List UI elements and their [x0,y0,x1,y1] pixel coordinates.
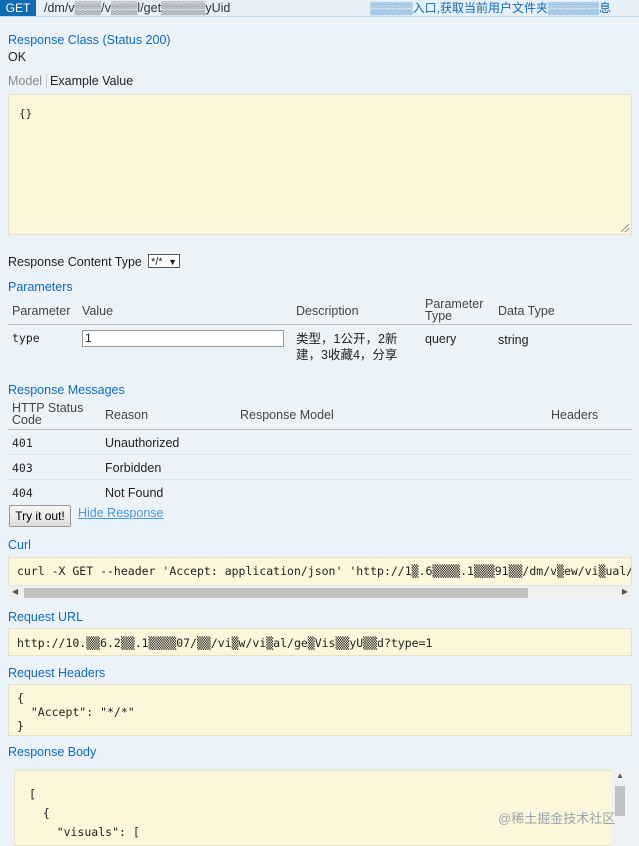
msg-col-reason: Reason [105,408,149,422]
param-col-parameter: Parameter [12,304,71,318]
msg-col-status-code: HTTP Status Code [12,401,84,427]
response-body-title: Response Body [8,745,97,759]
example-value-textarea[interactable]: {} [8,94,632,235]
curl-title: Curl [8,538,31,552]
param-name: type [12,331,40,345]
request-url-text: http://10.▒▒6.2▒▒.1▒▒▒▒07/▒▒/vi▒w/vi▒al/… [17,636,433,650]
request-url-block[interactable]: http://10.▒▒6.2▒▒.1▒▒▒▒07/▒▒/vi▒w/vi▒al/… [8,628,632,656]
param-col-value: Value [82,304,114,318]
content-type-select[interactable]: */* ▼ [148,254,180,268]
resize-handle-icon[interactable] [621,224,629,232]
param-header-divider [8,324,632,325]
try-it-out-button[interactable]: Try it out! [9,505,71,527]
content-type-label: Response Content Type [8,255,142,269]
scrollbar-thumb[interactable] [24,588,528,598]
tab-example-value[interactable]: Example Value [47,74,133,88]
msg-reason-401: Unauthorized [105,436,180,450]
operation-path[interactable]: /dm/v▒▒▒/v▒▒▒l/get▒▒▒▒▒yUid [44,0,230,16]
operation-summary[interactable]: ▒▒▒▒▒入口,获取当前用户文件夹▒▒▒▒▒▒息 [370,0,611,16]
request-url-title: Request URL [8,610,84,624]
tab-model[interactable]: Model [8,74,48,88]
response-class-status: OK [8,50,27,64]
msg-code-404: 404 [12,486,33,500]
row-divider [8,454,632,455]
param-col-description: Description [296,304,359,318]
scroll-right-icon[interactable]: ▶ [622,587,628,596]
request-headers-title: Request Headers [8,666,106,680]
param-data-type: string [498,333,529,347]
watermark: @稀土掘金技术社区 [498,811,616,826]
param-type: query [425,332,457,346]
curl-command: curl -X GET --header 'Accept: applicatio… [17,564,632,578]
operation-header[interactable]: GET /dm/v▒▒▒/v▒▒▒l/get▒▒▒▒▒yUid ▒▒▒▒▒入口,… [0,0,639,17]
param-value-input[interactable]: 1 [82,330,284,347]
model-tabs: Model Example Value [8,74,133,88]
dropdown-arrow-icon: ▼ [168,257,177,267]
msg-reason-404: Not Found [105,486,164,500]
response-class-title: Response Class (Status 200) [8,33,171,47]
hide-response-link[interactable]: Hide Response [78,506,163,520]
msg-reason-403: Forbidden [105,461,162,475]
row-divider [8,479,632,480]
request-headers-block[interactable]: { "Accept": "*/*" } [8,684,632,736]
curl-horizontal-scrollbar[interactable]: ◀ ▶ [8,585,632,600]
msg-code-403: 403 [12,461,33,475]
msg-col-headers: Headers [551,408,599,422]
scroll-up-icon[interactable]: ▲ [616,771,624,780]
msg-header-divider [8,429,632,430]
content-type-selected: */* [151,256,163,268]
scroll-left-icon[interactable]: ◀ [12,587,18,596]
msg-col-response-model: Response Model [240,408,334,422]
param-col-data-type: Data Type [498,304,555,318]
msg-code-401: 401 [12,436,33,450]
http-method-badge[interactable]: GET [0,0,36,16]
param-col-parameter-type: Parameter Type [425,297,484,323]
example-value-text: {} [19,107,33,120]
param-value-text: 1 [85,331,92,345]
response-messages-title: Response Messages [8,383,125,397]
scrollbar-thumb[interactable] [615,786,625,816]
parameters-title: Parameters [8,280,73,294]
param-description: 类型，1公开，2新建，3收藏4，分享 [296,332,398,362]
